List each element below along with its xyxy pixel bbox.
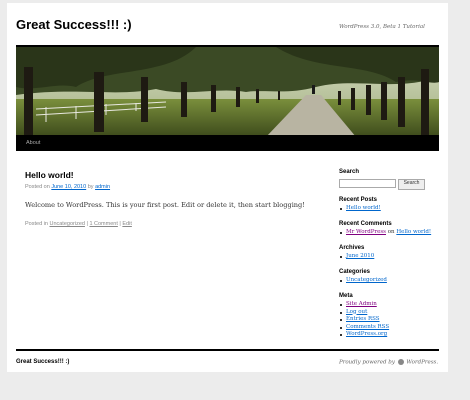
meta-site-admin-link[interactable]: Site Admin	[346, 301, 377, 307]
category-link[interactable]: Uncategorized	[346, 277, 387, 283]
category-link[interactable]: Uncategorized	[49, 221, 84, 227]
footer-credit: Proudly powered by WordPress.	[339, 359, 438, 366]
wordpress-logo-icon	[397, 359, 404, 365]
post-date-link[interactable]: June 10, 2010	[51, 184, 86, 190]
list-item: Comments RSS	[339, 324, 389, 332]
search-input[interactable]	[339, 179, 396, 188]
header-image	[16, 45, 439, 137]
post-meta: Posted on June 10, 2010 by admin	[25, 184, 110, 190]
post-author-link[interactable]: admin	[95, 184, 110, 190]
post-utility: Posted in Uncategorized | 1 Comment | Ed…	[25, 221, 132, 227]
edit-link[interactable]: Edit	[122, 221, 131, 227]
main-navigation: About	[16, 135, 439, 151]
recent-comments-widget: Recent Comments Mr WordPress on Hello wo…	[339, 221, 431, 237]
search-button[interactable]: Search	[398, 179, 425, 190]
credit-wordpress-link[interactable]: WordPress.	[406, 360, 438, 366]
comment-author-link[interactable]: Mr WordPress	[346, 229, 386, 235]
list-item: Uncategorized	[339, 277, 387, 285]
meta-comments-rss-link[interactable]: Comments RSS	[346, 324, 389, 330]
by-label: by	[87, 184, 94, 190]
archive-link[interactable]: June 2010	[346, 253, 374, 259]
list-item: June 2010	[339, 253, 374, 261]
meta-wordpress-org-link[interactable]: WordPress.org	[346, 331, 387, 337]
site-title[interactable]: Great Success!!! :)	[16, 17, 132, 32]
list-item: Hello world!	[339, 205, 381, 213]
recent-posts-widget: Recent Posts Hello world!	[339, 197, 381, 213]
footer-divider	[16, 349, 439, 351]
meta-widget: Meta Site Admin Log out Entries RSS Comm…	[339, 293, 389, 339]
recent-posts-title: Recent Posts	[339, 197, 378, 203]
categories-widget: Categories Uncategorized	[339, 269, 387, 285]
archives-widget: Archives June 2010	[339, 245, 374, 261]
credit-prefix: Proudly powered by	[339, 359, 395, 366]
categories-title: Categories	[339, 269, 371, 275]
recent-comments-title: Recent Comments	[339, 221, 392, 227]
comments-link[interactable]: 1 Comment	[89, 221, 117, 227]
list-item: Mr WordPress on Hello world!	[339, 229, 431, 237]
search-widget: Search Search	[339, 169, 425, 190]
posted-in-label: Posted in	[25, 221, 48, 227]
posted-on-label: Posted on	[25, 184, 50, 190]
list-item: Site Admin	[339, 301, 389, 309]
meta-title: Meta	[339, 293, 353, 299]
search-widget-title: Search	[339, 169, 360, 175]
meta-entries-rss-link[interactable]: Entries RSS	[346, 316, 380, 322]
separator: |	[119, 221, 121, 227]
recent-post-link[interactable]: Hello world!	[346, 205, 381, 211]
page-container: Great Success!!! :) WordPress 3.0, Beta …	[7, 3, 448, 372]
site-description: WordPress 3.0, Beta 1 Tutorial	[339, 24, 425, 30]
footer-site-title[interactable]: Great Success!!! :)	[16, 359, 69, 365]
on-label: on	[387, 229, 395, 235]
archives-title: Archives	[339, 245, 365, 251]
post-title[interactable]: Hello world!	[25, 170, 74, 180]
comment-post-link[interactable]: Hello world!	[396, 229, 431, 235]
meta-log-out-link[interactable]: Log out	[346, 309, 367, 315]
list-item: Entries RSS	[339, 316, 389, 324]
nav-item-about[interactable]: About	[26, 140, 40, 146]
separator: |	[86, 221, 88, 227]
list-item: Log out	[339, 309, 389, 317]
post-content: Welcome to WordPress. This is your first…	[25, 201, 305, 209]
list-item: WordPress.org	[339, 331, 389, 339]
